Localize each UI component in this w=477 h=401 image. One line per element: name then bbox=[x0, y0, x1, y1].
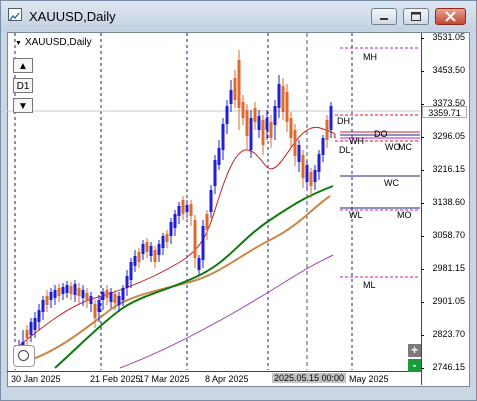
price-label: 3058.70 bbox=[432, 230, 465, 240]
chart-settings-button[interactable] bbox=[13, 345, 35, 367]
price-tick bbox=[421, 368, 424, 369]
price-tick bbox=[421, 38, 424, 39]
close-icon bbox=[445, 11, 456, 22]
level-dl: DL bbox=[339, 145, 351, 155]
restore-button[interactable] bbox=[403, 8, 429, 25]
level-mo: MO bbox=[397, 210, 412, 220]
date-label: 17 Mar 2025 bbox=[139, 374, 190, 384]
zoom-out-button[interactable]: - bbox=[408, 359, 421, 372]
date-label: 8 Apr 2025 bbox=[205, 374, 249, 384]
date-axis: 30 Jan 2025 21 Feb 2025 17 Mar 2025 8 Ap… bbox=[7, 372, 424, 387]
price-label: 3453.50 bbox=[432, 65, 465, 75]
chart-window-icon bbox=[8, 8, 22, 21]
date-label: 30 Jan 2025 bbox=[11, 374, 61, 384]
price-tick bbox=[421, 236, 424, 237]
chart-window: XAUUSD,Daily ▼ XAUUSD,Daily ▲ D1 ▼ + - 35… bbox=[0, 0, 477, 401]
level-do: DO bbox=[374, 129, 388, 139]
timeframe-down-button[interactable]: ▼ bbox=[13, 98, 33, 113]
date-label: May 2025 bbox=[349, 374, 389, 384]
price-label: 2981.15 bbox=[432, 263, 465, 273]
triangle-down-icon: ▼ bbox=[15, 40, 22, 47]
price-label: 3531.05 bbox=[432, 32, 465, 42]
price-tick bbox=[421, 170, 424, 171]
price-label: 2901.05 bbox=[432, 296, 465, 306]
price-tick bbox=[421, 269, 424, 270]
level-wl: WL bbox=[349, 210, 363, 220]
current-price-label: 3359.71 bbox=[422, 106, 467, 118]
timeframe-label[interactable]: D1 bbox=[13, 78, 33, 93]
price-tick bbox=[421, 335, 424, 336]
title-bar[interactable]: XAUUSD,Daily bbox=[1, 1, 476, 31]
crosshair-date-label: 2025.05.15 00:00 bbox=[272, 373, 347, 383]
price-tick bbox=[421, 104, 424, 105]
price-tick bbox=[421, 71, 424, 72]
price-label: 3216.15 bbox=[432, 164, 465, 174]
price-axis: 3531.05 3453.50 3373.50 3296.05 3216.15 3138.… bbox=[421, 32, 469, 385]
price-label: 2746.15 bbox=[432, 362, 465, 372]
restore-icon bbox=[411, 12, 421, 21]
price-tick bbox=[421, 137, 424, 138]
timeframe-up-button[interactable]: ▲ bbox=[13, 58, 33, 73]
symbol-text: XAUUSD,Daily bbox=[24, 37, 92, 48]
symbol-label: ▼ XAUUSD,Daily bbox=[15, 37, 92, 48]
level-dh: DH bbox=[337, 116, 350, 126]
zoom-in-button[interactable]: + bbox=[408, 344, 421, 357]
price-tick bbox=[421, 203, 424, 204]
date-label: 21 Feb 2025 bbox=[90, 374, 141, 384]
level-wh: WH bbox=[349, 136, 364, 146]
level-ml: ML bbox=[363, 280, 376, 290]
level-mc: MC bbox=[398, 142, 412, 152]
window-title: XAUUSD,Daily bbox=[29, 9, 116, 24]
price-label: 3296.05 bbox=[432, 131, 465, 141]
minimize-icon bbox=[380, 18, 388, 20]
close-button[interactable] bbox=[435, 8, 466, 25]
level-wc: WC bbox=[384, 178, 399, 188]
price-label: 2823.70 bbox=[432, 329, 465, 339]
minimize-button[interactable] bbox=[371, 8, 397, 25]
price-tick bbox=[421, 302, 424, 303]
price-label: 3138.60 bbox=[432, 197, 465, 207]
level-mh: MH bbox=[363, 52, 377, 62]
